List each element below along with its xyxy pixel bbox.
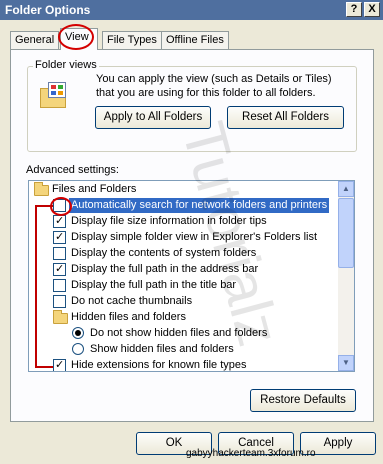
apply-to-all-folders-button[interactable]: Apply to All Folders [95,106,211,129]
title-bar: Folder Options ? X [0,0,383,20]
folder-views-description: You can apply the view (such as Details … [96,73,332,99]
scroll-up-arrow-icon[interactable]: ▲ [338,181,354,197]
view-tab-annotation-circle [58,24,94,50]
radio-button[interactable] [72,327,84,339]
list-item-label: Do not show hidden files and folders [90,327,268,339]
folder-icon [34,182,49,196]
tab-general[interactable]: General [10,31,60,50]
folder-views-legend: Folder views [33,59,99,71]
list-item-label: Hide extensions for known file types [71,359,247,371]
folder-views-icon [40,82,72,112]
checkbox[interactable] [53,295,66,308]
list-item-label: Do not cache thumbnails [71,295,193,307]
checkbox[interactable] [53,262,66,277]
help-button[interactable]: ? [346,2,362,17]
list-item-label: Display the full path in the address bar [71,263,259,275]
annotation-top-tick [35,205,53,207]
restore-defaults-button[interactable]: Restore Defaults [250,389,356,412]
list-item-label: Automatically search for network folders… [69,198,330,213]
list-item-label: Display simple folder view in Explorer's… [71,231,318,243]
advanced-settings-list[interactable]: Files and Folders Automatically search f… [28,180,355,372]
folder-icon [53,310,68,324]
footer-watermark-text: gabyyhackerteam.3xforum.ro [186,448,316,459]
annotation-bottom-tick [35,366,53,368]
checkbox[interactable] [53,247,66,260]
tab-file-types[interactable]: File Types [102,31,162,50]
window-title: Folder Options [5,3,91,17]
radio-button[interactable] [72,343,84,355]
scroll-down-arrow-icon[interactable]: ▼ [338,355,354,371]
list-item-label: Hidden files and folders [71,311,186,323]
checkbox[interactable] [53,279,66,292]
list-item-label: Files and Folders [52,183,137,195]
reset-all-folders-button[interactable]: Reset All Folders [227,106,344,129]
checkbox[interactable] [53,358,66,371]
advanced-settings-label: Advanced settings: [26,164,119,176]
list-item-label: Display file size information in folder … [71,215,267,227]
annotation-vertical-line [35,205,37,368]
vertical-scrollbar[interactable]: ▲ ▼ [338,181,354,371]
list-item-label: Show hidden files and folders [90,343,234,355]
close-button[interactable]: X [364,2,380,17]
list-item-label: Display the contents of system folders [71,247,257,259]
list-item-label: Display the full path in the title bar [71,279,237,291]
scroll-thumb[interactable] [338,198,354,268]
checkbox[interactable] [53,230,66,245]
checkbox[interactable] [53,214,66,229]
tab-offline-files[interactable]: Offline Files [161,31,229,50]
checkbox-annotation-circle [50,197,72,216]
